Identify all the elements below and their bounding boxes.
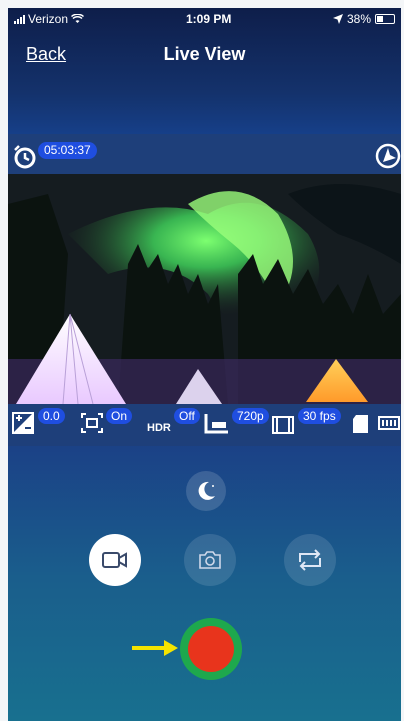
camera-icon xyxy=(199,551,221,569)
battery-status-icon xyxy=(378,416,400,430)
sd-card-icon[interactable] xyxy=(352,414,372,434)
recording-info-strip: 05:03:37 xyxy=(8,134,401,174)
aurora-scene-image xyxy=(8,174,401,404)
switch-camera-button[interactable] xyxy=(284,534,336,586)
signal-icon xyxy=(14,14,25,24)
record-button[interactable] xyxy=(180,618,242,680)
framerate-icon[interactable] xyxy=(272,416,294,434)
exposure-icon[interactable] xyxy=(12,412,34,434)
night-mode-button[interactable] xyxy=(186,471,226,511)
status-right: 38% xyxy=(332,12,395,26)
carrier-info: Verizon xyxy=(14,12,85,26)
orientation-icon[interactable] xyxy=(375,142,401,170)
stabilization-value: On xyxy=(106,408,133,424)
live-video-feed[interactable] xyxy=(8,174,401,404)
record-dot xyxy=(188,626,234,672)
exposure-value: 0.0 xyxy=(38,408,65,424)
app-screen: Verizon 1:09 PM 38% Back Live View 05:03… xyxy=(8,8,401,721)
status-time: 1:09 PM xyxy=(186,12,232,26)
yellow-arrow-icon xyxy=(132,640,178,656)
resolution-icon[interactable] xyxy=(204,412,230,434)
elapsed-timer: 05:03:37 xyxy=(38,142,97,159)
timer-icon xyxy=(14,145,36,169)
location-arrow-icon xyxy=(332,14,343,24)
nav-bar: Back Live View xyxy=(8,38,401,78)
hdr-label: HDR xyxy=(147,422,171,434)
carrier-label: Verizon xyxy=(28,12,69,26)
stabilization-icon[interactable] xyxy=(80,412,104,434)
hdr-value: Off xyxy=(174,408,200,424)
moon-icon xyxy=(198,481,215,500)
battery-icon xyxy=(375,14,395,24)
resolution-value: 720p xyxy=(232,408,269,424)
video-mode-button[interactable] xyxy=(89,534,141,586)
swap-icon xyxy=(299,549,321,571)
wifi-icon xyxy=(71,14,85,23)
video-camera-icon xyxy=(102,552,127,568)
photo-mode-button[interactable] xyxy=(184,534,236,586)
battery-percent: 38% xyxy=(346,12,371,26)
camera-settings-strip: 0.0 On HDR Off 720p 30 fps xyxy=(8,404,401,446)
status-bar: Verizon 1:09 PM 38% xyxy=(8,8,401,30)
framerate-value: 30 fps xyxy=(298,408,341,424)
page-title: Live View xyxy=(163,44,246,64)
